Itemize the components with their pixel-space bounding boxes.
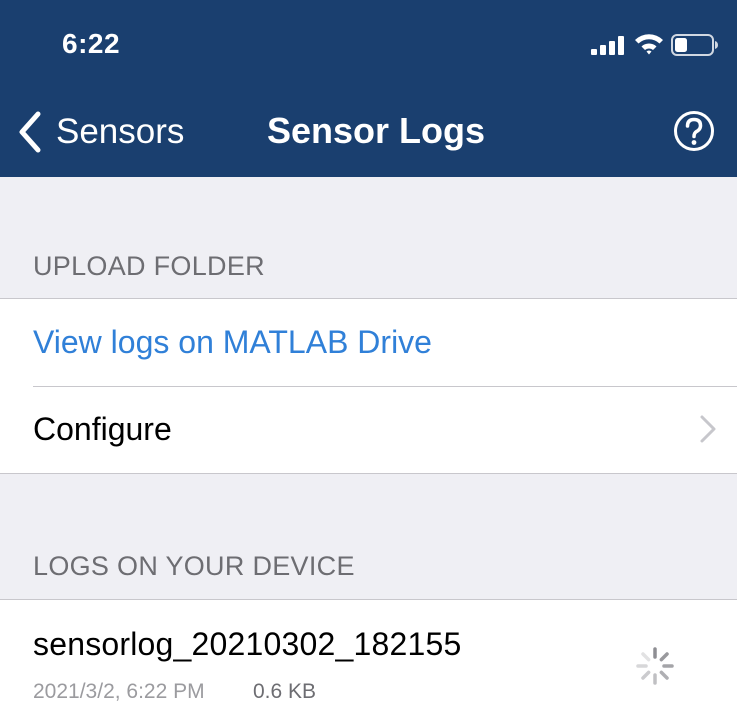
status-time: 6:22 — [62, 28, 121, 59]
header: 6:22 Sensors Sensor Logs — [0, 0, 737, 177]
back-chevron-icon — [19, 111, 41, 153]
upload-folder-group: View logs on MATLAB Drive Configure — [0, 298, 737, 474]
view-logs-link[interactable]: View logs on MATLAB Drive — [0, 299, 737, 386]
log-name: sensorlog_20210302_182155 — [33, 626, 462, 662]
chevron-right-icon — [700, 415, 716, 443]
back-label: Sensors — [56, 112, 185, 151]
help-icon[interactable] — [673, 110, 715, 152]
page-title: Sensor Logs — [267, 110, 486, 151]
loading-spinner-icon — [636, 647, 674, 685]
battery-icon — [671, 34, 718, 56]
device-logs-group: sensorlog_20210302_182155 2021/3/2, 6:22… — [0, 599, 737, 709]
device-logs-header: LOGS ON YOUR DEVICE — [33, 551, 355, 581]
log-list-item[interactable]: sensorlog_20210302_182155 2021/3/2, 6:22… — [0, 600, 737, 709]
log-size: 0.6 KB — [253, 680, 317, 703]
configure-label: Configure — [33, 411, 172, 447]
view-logs-label: View logs on MATLAB Drive — [33, 324, 432, 360]
configure-row[interactable]: Configure — [0, 386, 737, 473]
upload-folder-header: UPLOAD FOLDER — [33, 251, 265, 281]
back-button[interactable]: Sensors — [12, 106, 184, 158]
wifi-icon — [635, 34, 663, 55]
log-date: 2021/3/2, 6:22 PM — [33, 680, 205, 703]
signal-icon — [591, 35, 627, 55]
